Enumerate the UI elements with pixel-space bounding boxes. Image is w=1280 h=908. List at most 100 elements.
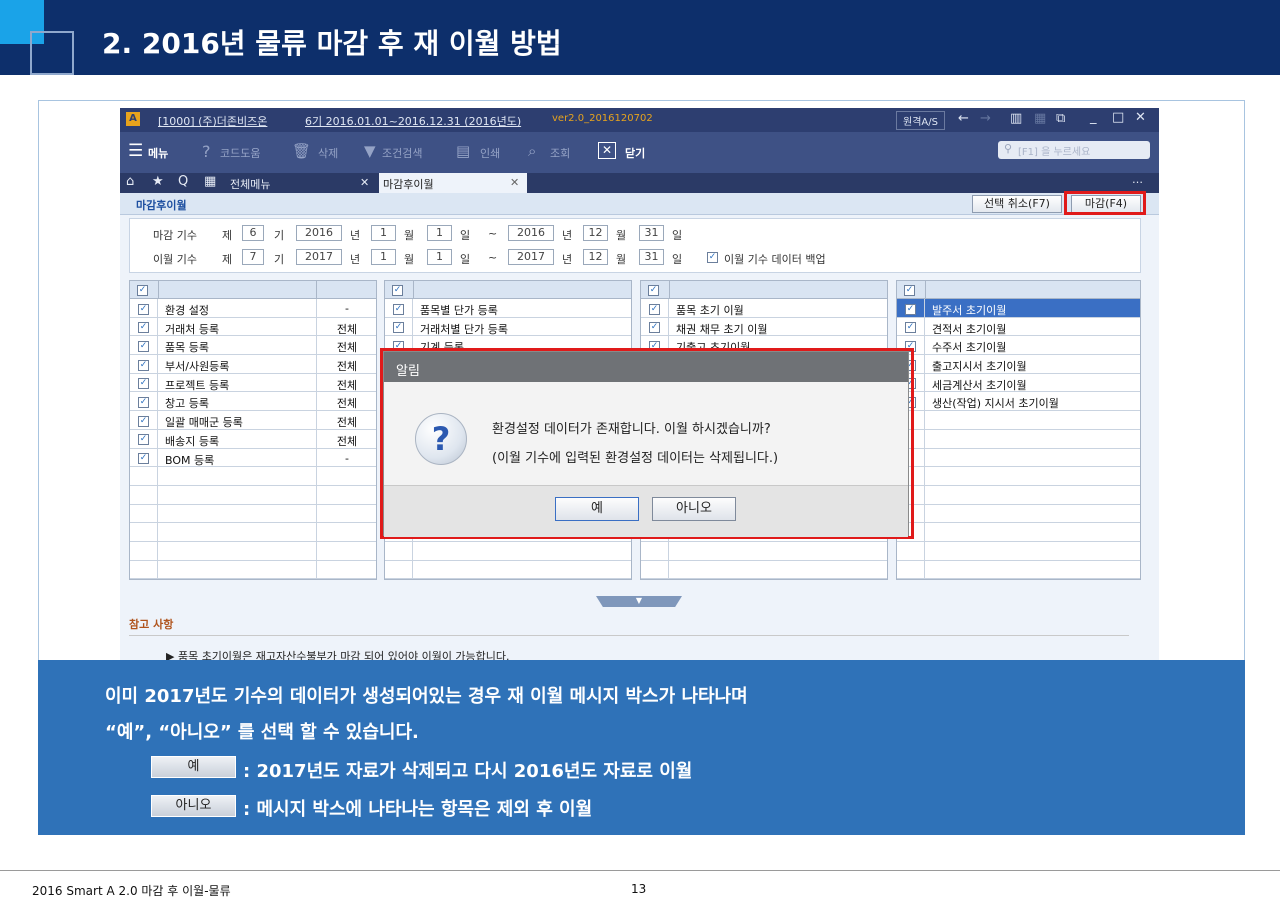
select-all-checkbox[interactable]: ✓ [392, 283, 403, 296]
close-end-day-input[interactable]: 31 [639, 225, 664, 241]
row-checkbox[interactable]: ✓ [138, 377, 149, 390]
row-checkbox[interactable]: ✓ [138, 302, 149, 315]
table-row[interactable] [130, 541, 376, 561]
expand-toggle-icon[interactable]: ▼ [596, 596, 682, 607]
minimize-icon[interactable]: _ [1090, 110, 1097, 125]
table-row[interactable] [897, 504, 1140, 524]
row-checkbox[interactable]: ✓ [138, 339, 149, 352]
table-row[interactable]: ✓ 품목 초기 이월 [641, 299, 887, 318]
row-checkbox[interactable]: ✓ [138, 321, 149, 334]
table-row[interactable] [897, 541, 1140, 561]
table-row[interactable] [897, 485, 1140, 505]
close-end-month-input[interactable]: 12 [583, 225, 608, 241]
print-button[interactable]: 인쇄 [480, 145, 500, 161]
table-row[interactable] [130, 504, 376, 524]
table-row[interactable]: ✓ 발주서 초기이월 [897, 299, 1140, 318]
delete-button[interactable]: 삭제 [318, 145, 338, 161]
row-checkbox[interactable]: ✓ [905, 321, 916, 334]
table-row[interactable] [130, 523, 376, 542]
table-row[interactable]: ✓ 배송지 등록 전체 [130, 429, 376, 449]
table-row[interactable]: ✓ 세금계산서 초기이월 [897, 373, 1140, 393]
more-icon[interactable]: … [1132, 173, 1143, 186]
star-icon[interactable]: ★ [152, 174, 164, 189]
row-checkbox[interactable]: ✓ [138, 433, 149, 446]
row-checkbox[interactable]: ✓ [649, 321, 660, 334]
carry-end-year-input[interactable]: 2017 [508, 249, 554, 265]
table-row[interactable] [385, 560, 631, 580]
table-row[interactable]: ✓ 채권 채무 초기 이월 [641, 317, 887, 337]
book-icon[interactable]: ▥ [1010, 111, 1022, 126]
menu-button[interactable]: 메뉴 [148, 145, 168, 161]
row-checkbox[interactable]: ✓ [138, 395, 149, 408]
company-name[interactable]: [1000] (주)더존비즈온 [158, 113, 267, 129]
forward-arrow-icon[interactable]: → [980, 111, 991, 126]
backup-checkbox[interactable]: ✓ [707, 250, 718, 263]
grid-icon[interactable]: ▦ [1034, 111, 1046, 126]
table-row[interactable]: ✓ BOM 등록 - [130, 448, 376, 468]
row-checkbox[interactable]: ✓ [138, 414, 149, 427]
close-window-icon[interactable]: ✕ [1135, 110, 1146, 125]
table-row[interactable] [897, 523, 1140, 542]
table-row[interactable]: ✓ 수주서 초기이월 [897, 336, 1140, 356]
window-icon[interactable]: ⧉ [1056, 111, 1065, 126]
table-row[interactable] [130, 485, 376, 505]
table-row[interactable] [130, 467, 376, 486]
table-row[interactable]: ✓ 부서/사원등록 전체 [130, 355, 376, 374]
help-icon[interactable]: ? [202, 142, 211, 161]
filter-button[interactable]: 조건검색 [382, 145, 422, 161]
tab-current-close-icon[interactable]: ✕ [510, 176, 519, 189]
yes-button[interactable]: 예 [555, 497, 639, 521]
carry-end-day-input[interactable]: 31 [639, 249, 664, 265]
table-row[interactable] [897, 411, 1140, 430]
filter-icon[interactable]: ▼ [364, 142, 376, 160]
row-checkbox[interactable]: ✓ [138, 358, 149, 371]
close-x-icon[interactable]: ✕ [598, 142, 616, 159]
table-row[interactable] [897, 429, 1140, 449]
close-start-day-input[interactable]: 1 [427, 225, 452, 241]
calendar-icon[interactable]: ▦ [204, 174, 216, 189]
table-row[interactable]: ✓ 프로젝트 등록 전체 [130, 373, 376, 393]
close-gi-input[interactable]: 6 [242, 225, 264, 241]
carry-start-day-input[interactable]: 1 [427, 249, 452, 265]
carry-start-year-input[interactable]: 2017 [296, 249, 342, 265]
close-button[interactable]: 닫기 [625, 145, 645, 161]
table-row[interactable] [897, 448, 1140, 468]
tab-all-menu-close-icon[interactable]: ✕ [360, 176, 369, 189]
trash-icon[interactable]: 🗑 [292, 142, 311, 160]
row-checkbox[interactable]: ✓ [649, 302, 660, 315]
table-row[interactable] [897, 560, 1140, 580]
print-icon[interactable]: ▤ [456, 142, 470, 160]
row-checkbox[interactable]: ✓ [393, 321, 404, 334]
toolbar-search-input[interactable]: ⚲ [F1] 을 누르세요 [998, 141, 1150, 159]
close-end-year-input[interactable]: 2016 [508, 225, 554, 241]
select-all-checkbox[interactable]: ✓ [137, 283, 148, 296]
table-row[interactable]: ✓ 견적서 초기이월 [897, 317, 1140, 337]
carry-end-month-input[interactable]: 12 [583, 249, 608, 265]
tab-all-menu[interactable]: 전체메뉴 [230, 176, 270, 192]
table-row[interactable] [385, 541, 631, 561]
table-row[interactable]: ✓ 창고 등록 전체 [130, 392, 376, 412]
search-tab-icon[interactable]: Q [178, 174, 188, 189]
close-start-year-input[interactable]: 2016 [296, 225, 342, 241]
close-start-month-input[interactable]: 1 [371, 225, 396, 241]
table-row[interactable]: ✓ 일괄 매매군 등록 전체 [130, 411, 376, 430]
row-checkbox[interactable]: ✓ [138, 452, 149, 465]
hamburger-icon[interactable]: ☰ [128, 141, 143, 161]
tab-current[interactable]: 마감후이월 ✕ [379, 173, 527, 193]
select-all-checkbox[interactable]: ✓ [904, 283, 915, 296]
table-row[interactable]: ✓ 품목 등록 전체 [130, 336, 376, 356]
table-row[interactable]: ✓ 거래처 등록 전체 [130, 317, 376, 337]
codehelp-button[interactable]: 코드도움 [220, 145, 260, 161]
table-row[interactable] [130, 560, 376, 580]
no-button[interactable]: 아니오 [652, 497, 736, 521]
row-checkbox[interactable]: ✓ [905, 302, 916, 315]
maximize-icon[interactable]: □ [1112, 110, 1124, 125]
table-row[interactable]: ✓ 품목별 단가 등록 [385, 299, 631, 318]
table-row[interactable] [641, 541, 887, 561]
table-row[interactable]: ✓ 환경 설정 - [130, 299, 376, 318]
table-row[interactable]: ✓ 거래처별 단가 등록 [385, 317, 631, 337]
row-checkbox[interactable]: ✓ [393, 302, 404, 315]
search-button[interactable]: 조회 [550, 145, 570, 161]
carry-gi-input[interactable]: 7 [242, 249, 264, 265]
table-row[interactable]: ✓ 생산(작업) 지시서 초기이월 [897, 392, 1140, 412]
